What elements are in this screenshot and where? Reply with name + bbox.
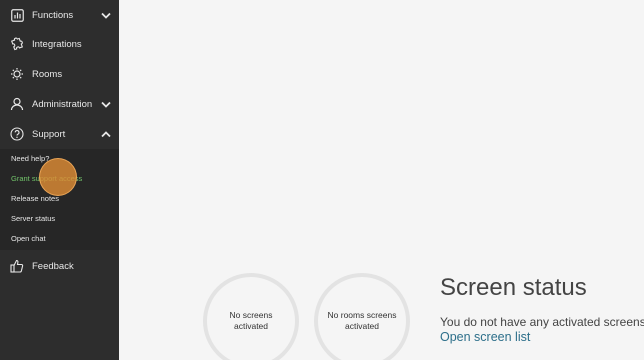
sidebar-item-label: Feedback <box>32 260 74 272</box>
sidebar-item-label: Support <box>32 128 66 140</box>
submenu-item-need-help[interactable]: Need help? <box>11 154 49 163</box>
sidebar-item-label: Administration <box>32 98 93 110</box>
rooms-icon <box>10 67 24 81</box>
chevron-up-icon <box>101 129 111 139</box>
rooms-screens-status-circle: No rooms screens activated <box>314 273 410 360</box>
click-highlight <box>39 158 77 196</box>
chevron-down-icon <box>101 99 111 109</box>
functions-icon <box>10 8 24 22</box>
status-message: You do not have any activated screens <box>440 315 644 329</box>
rooms-screens-status-text: No rooms screens activated <box>327 310 397 331</box>
submenu-item-server-status[interactable]: Server status <box>11 214 55 223</box>
user-icon <box>10 97 24 111</box>
sidebar-item-support[interactable]: Support <box>0 119 119 149</box>
submenu-item-open-chat[interactable]: Open chat <box>11 234 46 243</box>
sidebar-item-label: Functions <box>32 9 74 21</box>
sidebar-item-feedback[interactable]: Feedback <box>0 251 119 281</box>
sidebar: Functions Integrations Rooms Administrat… <box>0 0 119 360</box>
thumbs-up-icon <box>10 259 24 273</box>
puzzle-icon <box>10 37 24 51</box>
sidebar-item-functions[interactable]: Functions <box>0 0 119 30</box>
sidebar-item-label: Integrations <box>32 38 82 50</box>
sidebar-item-rooms[interactable]: Rooms <box>0 59 119 89</box>
screens-status-circle: No screens activated <box>203 273 299 360</box>
sidebar-item-integrations[interactable]: Integrations <box>0 29 119 59</box>
screens-status-text: No screens activated <box>229 310 273 331</box>
main-content: No screens activated No rooms screens ac… <box>119 0 644 360</box>
sidebar-item-label: Rooms <box>32 68 63 80</box>
page-title: Screen status <box>440 274 587 301</box>
sidebar-item-administration[interactable]: Administration <box>0 89 119 119</box>
chevron-down-icon <box>101 10 111 20</box>
submenu-item-release-notes[interactable]: Release notes <box>11 194 59 203</box>
help-icon <box>10 127 24 141</box>
open-screen-list-link[interactable]: Open screen list <box>440 330 530 344</box>
